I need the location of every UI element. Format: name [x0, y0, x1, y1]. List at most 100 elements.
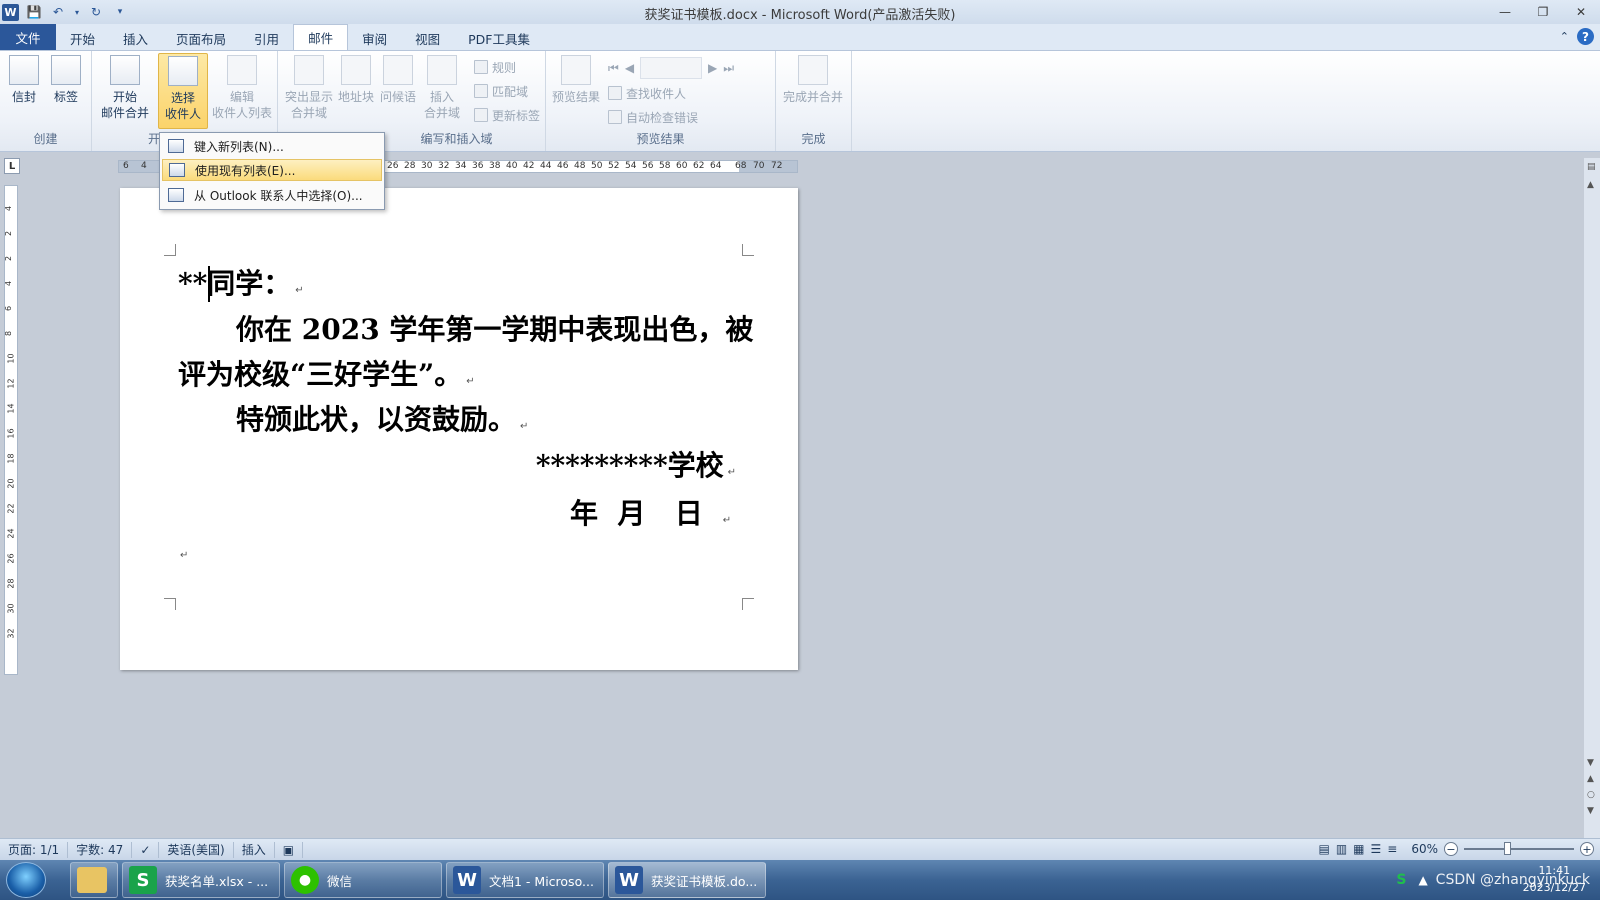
previous-record-icon[interactable]: ◀: [625, 61, 634, 75]
tab-review[interactable]: 审阅: [348, 26, 401, 50]
ruler-tick-label: 70: [753, 161, 765, 171]
outline-view-icon[interactable]: ☰: [1371, 842, 1382, 856]
vertical-ruler-tick-label: 20: [6, 478, 16, 489]
taskbar-item-excel[interactable]: S 获奖名单.xlsx - ...: [122, 862, 280, 898]
word-app-icon[interactable]: W: [2, 3, 19, 21]
status-insert-mode[interactable]: 插入: [234, 841, 275, 858]
group-preview-label: 预览结果: [636, 132, 685, 146]
clock[interactable]: 11:41 2023/12/27: [1523, 862, 1586, 896]
macro-record-icon[interactable]: ▣: [275, 841, 304, 858]
finish-merge-icon: [798, 55, 828, 85]
new-list-icon: [168, 139, 184, 153]
highlight-merge-fields-button[interactable]: 突出显示 合并域: [284, 55, 334, 121]
greeting-line-button[interactable]: 问候语: [378, 55, 418, 105]
proofing-icon[interactable]: ✓: [132, 841, 160, 858]
first-record-icon[interactable]: ⏮: [608, 61, 619, 76]
tab-file[interactable]: 文件: [0, 24, 56, 50]
rules-button[interactable]: 规则: [474, 57, 516, 77]
close-icon[interactable]: ✕: [1562, 2, 1600, 22]
zoom-slider[interactable]: [1464, 842, 1574, 855]
web-layout-view-icon[interactable]: ▦: [1353, 842, 1364, 856]
ruler-tick-label: 54: [625, 161, 637, 171]
tab-mailings[interactable]: 邮件: [293, 24, 349, 50]
menu-item-type-new-list[interactable]: 键入新列表(N)...: [162, 135, 382, 157]
menu-item-use-existing-list[interactable]: 使用现有列表(E)...: [162, 159, 382, 181]
address-block-button[interactable]: 地址块: [336, 55, 376, 105]
doc-line-school: *********学校 ↵: [535, 449, 736, 482]
restore-icon[interactable]: ❐: [1524, 2, 1562, 22]
next-record-icon[interactable]: ▶: [708, 61, 717, 75]
wps-tray-icon[interactable]: S: [1396, 872, 1406, 888]
ribbon-minimize-icon[interactable]: ⌃: [1560, 30, 1569, 43]
vertical-ruler-tick-label: 2: [4, 230, 14, 237]
file-explorer-button[interactable]: [70, 862, 118, 898]
redo-icon[interactable]: ↻: [87, 3, 105, 21]
taskbar-item-word-certificate[interactable]: W 获奖证书模板.do...: [608, 862, 766, 898]
ruler-tick-label: 28: [404, 161, 416, 171]
zoom-level[interactable]: 60%: [1411, 842, 1438, 856]
envelope-button[interactable]: 信封: [6, 55, 42, 105]
menu-item-outlook-contacts[interactable]: 从 Outlook 联系人中选择(O)...: [162, 184, 382, 206]
find-recipient-button[interactable]: 查找收件人: [608, 83, 686, 103]
next-page-icon[interactable]: ▼: [1587, 806, 1594, 816]
status-page[interactable]: 页面: 1/1: [0, 841, 69, 858]
ruler-tick-label: 42: [523, 161, 535, 171]
existing-list-icon: [169, 163, 185, 177]
ruler-toggle-icon[interactable]: ▤: [1587, 162, 1596, 172]
ruler-tick-label: 4: [141, 161, 147, 171]
ruler-tick-label: 50: [591, 161, 603, 171]
draft-view-icon[interactable]: ≡: [1387, 842, 1397, 856]
start-mail-merge-button[interactable]: 开始 邮件合并: [96, 55, 154, 121]
insert-merge-field-button[interactable]: 插入 合并域: [420, 55, 464, 121]
save-icon[interactable]: 💾: [25, 3, 43, 21]
select-recipients-button[interactable]: 选择 收件人: [158, 53, 208, 129]
vertical-ruler-tick-label: 14: [6, 403, 16, 414]
auto-check-errors-button[interactable]: 自动检查错误: [608, 107, 698, 127]
vertical-ruler[interactable]: 4 2 2 4 6 8 10 12 14 16 18 20 22 24 26 28 30 32: [4, 185, 18, 675]
zoom-out-icon[interactable]: −: [1444, 842, 1458, 856]
system-tray: S ▲ CSDN @zhangyinkuck 11:41 2023/12/27: [1396, 860, 1600, 900]
tab-insert[interactable]: 插入: [109, 26, 162, 50]
tab-page-layout[interactable]: 页面布局: [162, 26, 240, 50]
finish-merge-button[interactable]: 完成并合并: [780, 55, 846, 105]
chevron-down-icon[interactable]: ▾: [73, 3, 81, 21]
ruler-tick-label: 68: [735, 161, 747, 171]
update-labels-button[interactable]: 更新标签: [474, 105, 540, 125]
status-language[interactable]: 英语(美国): [159, 841, 234, 858]
minimize-icon[interactable]: —: [1486, 2, 1524, 22]
previous-page-icon[interactable]: ▲: [1587, 774, 1594, 784]
status-word-count[interactable]: 字数: 47: [68, 841, 133, 858]
status-bar: 页面: 1/1 字数: 47 ✓ 英语(美国) 插入 ▣ ▤ ▥ ▦ ☰ ≡ 6…: [0, 838, 1600, 860]
preview-results-button[interactable]: 预览结果: [550, 55, 602, 105]
record-number-input[interactable]: [640, 57, 703, 79]
browse-object-icon[interactable]: ○: [1587, 790, 1595, 800]
tray-expand-icon[interactable]: ▲: [1418, 873, 1427, 887]
labels-button[interactable]: 标签: [48, 55, 84, 105]
update-labels-icon: [474, 108, 488, 122]
zoom-in-icon[interactable]: +: [1580, 842, 1594, 856]
customize-toolbar-icon[interactable]: ▾: [111, 3, 129, 21]
full-screen-view-icon[interactable]: ▥: [1336, 842, 1347, 856]
scroll-up-icon[interactable]: ▲: [1587, 180, 1594, 190]
edit-recipient-list-button[interactable]: 编辑 收件人列表: [210, 55, 274, 121]
document-page[interactable]: **同学： ↵ 你在 2023 学年第一学期中表现出色，被 评为校级“三好学生”。…: [120, 188, 798, 670]
tab-home[interactable]: 开始: [56, 26, 109, 50]
scroll-down-icon[interactable]: ▼: [1587, 758, 1594, 768]
start-button[interactable]: [6, 862, 46, 898]
tab-selector[interactable]: L: [4, 158, 20, 174]
group-write-label: 编写和插入域: [420, 132, 493, 146]
taskbar-item-word-doc1[interactable]: W 文档1 - Microso...: [446, 862, 604, 898]
last-record-icon[interactable]: ⏭: [723, 61, 734, 76]
match-fields-button[interactable]: 匹配域: [474, 81, 528, 101]
tab-view[interactable]: 视图: [401, 26, 454, 50]
print-layout-view-icon[interactable]: ▤: [1318, 842, 1329, 856]
word-icon: W: [615, 866, 643, 894]
title-bar: W 💾 ↶ ▾ ↻ ▾ 获奖证书模板.docx - Microsoft Word…: [0, 0, 1600, 24]
tab-pdf-tools[interactable]: PDF工具集: [454, 26, 544, 50]
tab-references[interactable]: 引用: [240, 26, 293, 50]
undo-icon[interactable]: ↶: [49, 3, 67, 21]
taskbar-item-wechat[interactable]: ● 微信: [284, 862, 442, 898]
zoom-slider-thumb[interactable]: [1504, 842, 1511, 855]
help-icon[interactable]: ?: [1577, 28, 1594, 45]
vertical-scrollbar[interactable]: ▤ ▲ ▼ ▲ ○ ▼: [1584, 158, 1600, 838]
